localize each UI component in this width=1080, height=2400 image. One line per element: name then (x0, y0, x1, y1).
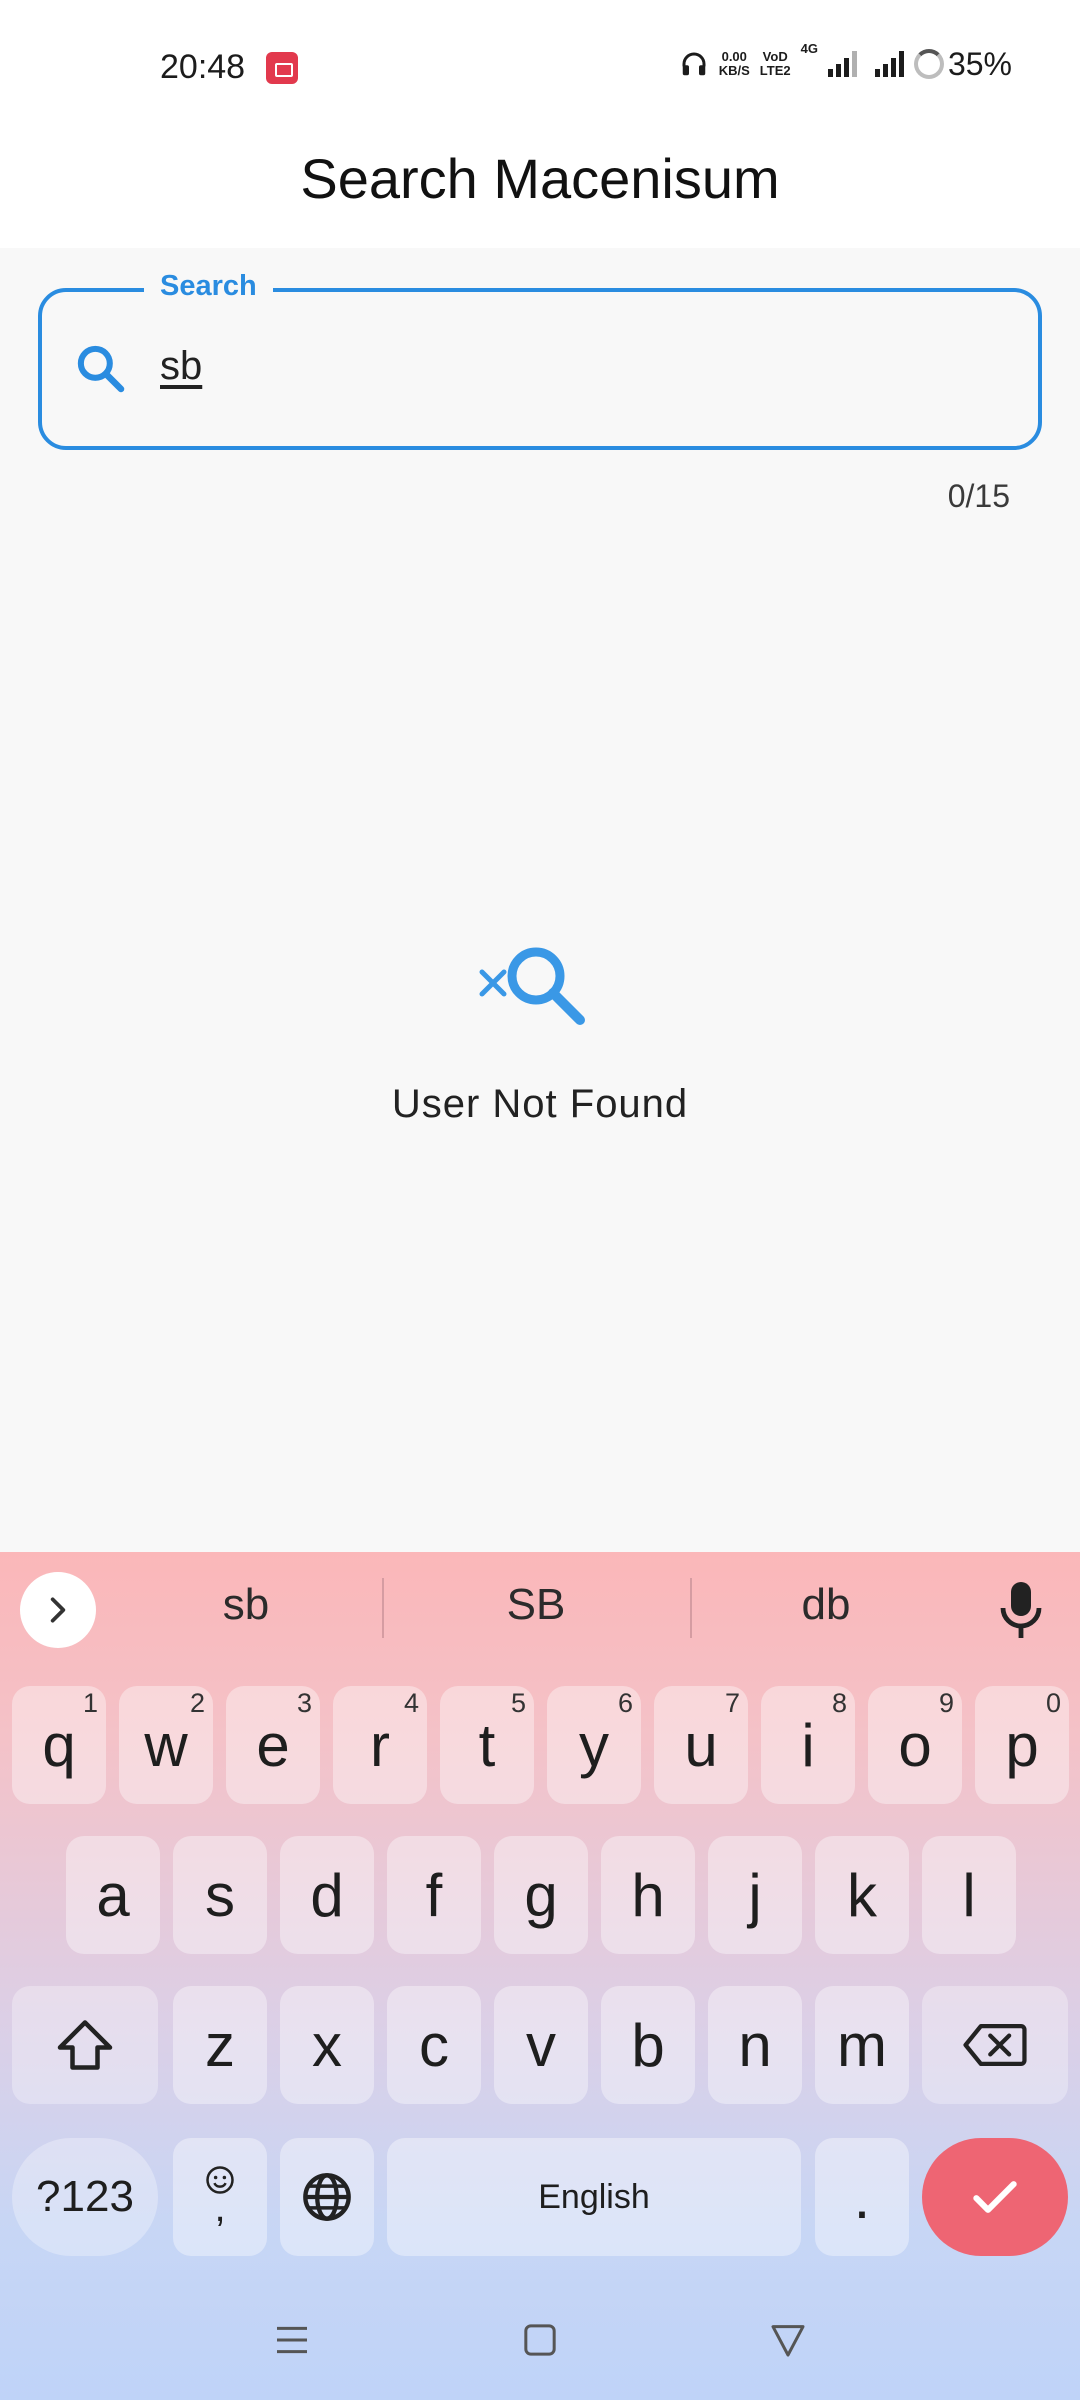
search-value[interactable]: sb (160, 344, 202, 389)
key-a[interactable]: a (66, 1836, 160, 1954)
key-o[interactable]: o9 (868, 1686, 962, 1804)
empty-state-message: User Not Found (391, 1082, 689, 1126)
keyboard: sb SB db q1 w2 e3 r4 t5 y6 u7 i8 o9 p0 a… (0, 1552, 1080, 2400)
suggestion-divider (382, 1578, 384, 1638)
key-j[interactable]: j (708, 1836, 802, 1954)
key-hint: 7 (724, 1688, 740, 1718)
key-label: i (801, 1711, 815, 1779)
comma-label: , (214, 2186, 226, 2230)
menu-icon[interactable] (272, 2320, 312, 2360)
globe-icon (303, 2173, 351, 2221)
mic-icon[interactable] (996, 1580, 1046, 1640)
key-label: u (684, 1711, 718, 1779)
key-hint: 5 (510, 1688, 526, 1718)
status-bar: 20:48 0.00 KB/S VoD LTE2 4G 35% (0, 0, 1080, 130)
key-x[interactable]: x (280, 1986, 374, 2104)
key-hint: 0 (1045, 1688, 1061, 1718)
key-hint: 8 (831, 1688, 847, 1718)
key-z[interactable]: z (173, 1986, 267, 2104)
key-label: r (370, 1711, 390, 1779)
status-time: 20:48 (160, 48, 246, 86)
key-label: p (1005, 1711, 1039, 1779)
key-i[interactable]: i8 (761, 1686, 855, 1804)
key-hint: 1 (82, 1688, 98, 1718)
key-label: w (144, 1711, 188, 1779)
key-m[interactable]: m (815, 1986, 909, 2104)
key-h[interactable]: h (601, 1836, 695, 1954)
key-r[interactable]: r4 (333, 1686, 427, 1804)
search-off-icon (479, 947, 585, 1025)
suggestion-bar: sb SB db (0, 1552, 1080, 1664)
status-icons: 0.00 KB/S VoD LTE2 4G 35% (679, 42, 1012, 86)
key-p[interactable]: p0 (975, 1686, 1069, 1804)
language-key[interactable] (280, 2138, 374, 2256)
key-s[interactable]: s (173, 1836, 267, 1954)
key-u[interactable]: u7 (654, 1686, 748, 1804)
volte-indicator: VoD LTE2 (760, 50, 791, 78)
signal-icon-2 (874, 51, 904, 77)
screen-record-icon (266, 52, 298, 84)
key-v[interactable]: v (494, 1986, 588, 2104)
emoji-comma-key[interactable]: , (173, 2138, 267, 2256)
net-speed-unit: KB/S (718, 63, 750, 78)
suggestion-item[interactable]: SB (416, 1580, 656, 1630)
page-title: Search Macenisum (300, 147, 780, 210)
suggestion-divider (690, 1578, 692, 1638)
battery-percent: 35% (947, 45, 1012, 82)
key-label: o (898, 1711, 932, 1779)
key-hint: 9 (938, 1688, 954, 1718)
chevron-right-icon (50, 1597, 66, 1623)
search-label: Search (144, 270, 273, 303)
key-hint: 4 (403, 1688, 419, 1718)
key-w[interactable]: w2 (119, 1686, 213, 1804)
key-g[interactable]: g (494, 1836, 588, 1954)
net-speed: 0.00 KB/S (719, 50, 750, 78)
navigation-bar (0, 2290, 1080, 2400)
symbols-key[interactable]: ?123 (12, 2138, 158, 2256)
key-q[interactable]: q1 (12, 1686, 106, 1804)
back-icon[interactable] (768, 2320, 808, 2360)
suggestion-item[interactable]: sb (126, 1580, 366, 1630)
done-button[interactable] (922, 2138, 1068, 2256)
backspace-icon (963, 2024, 1027, 2066)
shift-icon (57, 2020, 113, 2070)
key-l[interactable]: l (922, 1836, 1016, 1954)
key-hint: 6 (617, 1688, 633, 1718)
key-hint: 3 (296, 1688, 312, 1718)
battery-icon (913, 49, 944, 79)
key-y[interactable]: y6 (547, 1686, 641, 1804)
headphones-icon (682, 52, 706, 76)
key-e[interactable]: e3 (226, 1686, 320, 1804)
key-label: y (579, 1711, 609, 1779)
signal-icon (827, 51, 857, 77)
key-label: q (42, 1711, 76, 1779)
toolbar-expand-button[interactable] (20, 1572, 96, 1648)
key-c[interactable]: c (387, 1986, 481, 2104)
network-type: 4G (800, 41, 818, 56)
key-k[interactable]: k (815, 1836, 909, 1954)
home-icon[interactable] (520, 2320, 560, 2360)
backspace-key[interactable] (922, 1986, 1068, 2104)
space-key[interactable]: English (387, 2138, 801, 2256)
key-label: t (478, 1711, 496, 1779)
search-icon (77, 345, 125, 393)
key-hint: 2 (189, 1688, 205, 1718)
character-counter: 0/15 (947, 478, 1010, 514)
check-icon (973, 2181, 1017, 2213)
net-speed-value: 0.00 (721, 49, 747, 64)
key-f[interactable]: f (387, 1836, 481, 1954)
key-n[interactable]: n (708, 1986, 802, 2104)
suggestion-item[interactable]: db (706, 1580, 946, 1630)
key-b[interactable]: b (601, 1986, 695, 2104)
app-bar: Search Macenisum (0, 130, 1080, 248)
period-key[interactable]: . (815, 2138, 909, 2256)
volte-bottom: LTE2 (759, 63, 791, 78)
shift-key[interactable] (12, 1986, 158, 2104)
key-d[interactable]: d (280, 1836, 374, 1954)
key-t[interactable]: t5 (440, 1686, 534, 1804)
volte-top: VoD (762, 49, 788, 64)
key-label: e (256, 1711, 290, 1779)
